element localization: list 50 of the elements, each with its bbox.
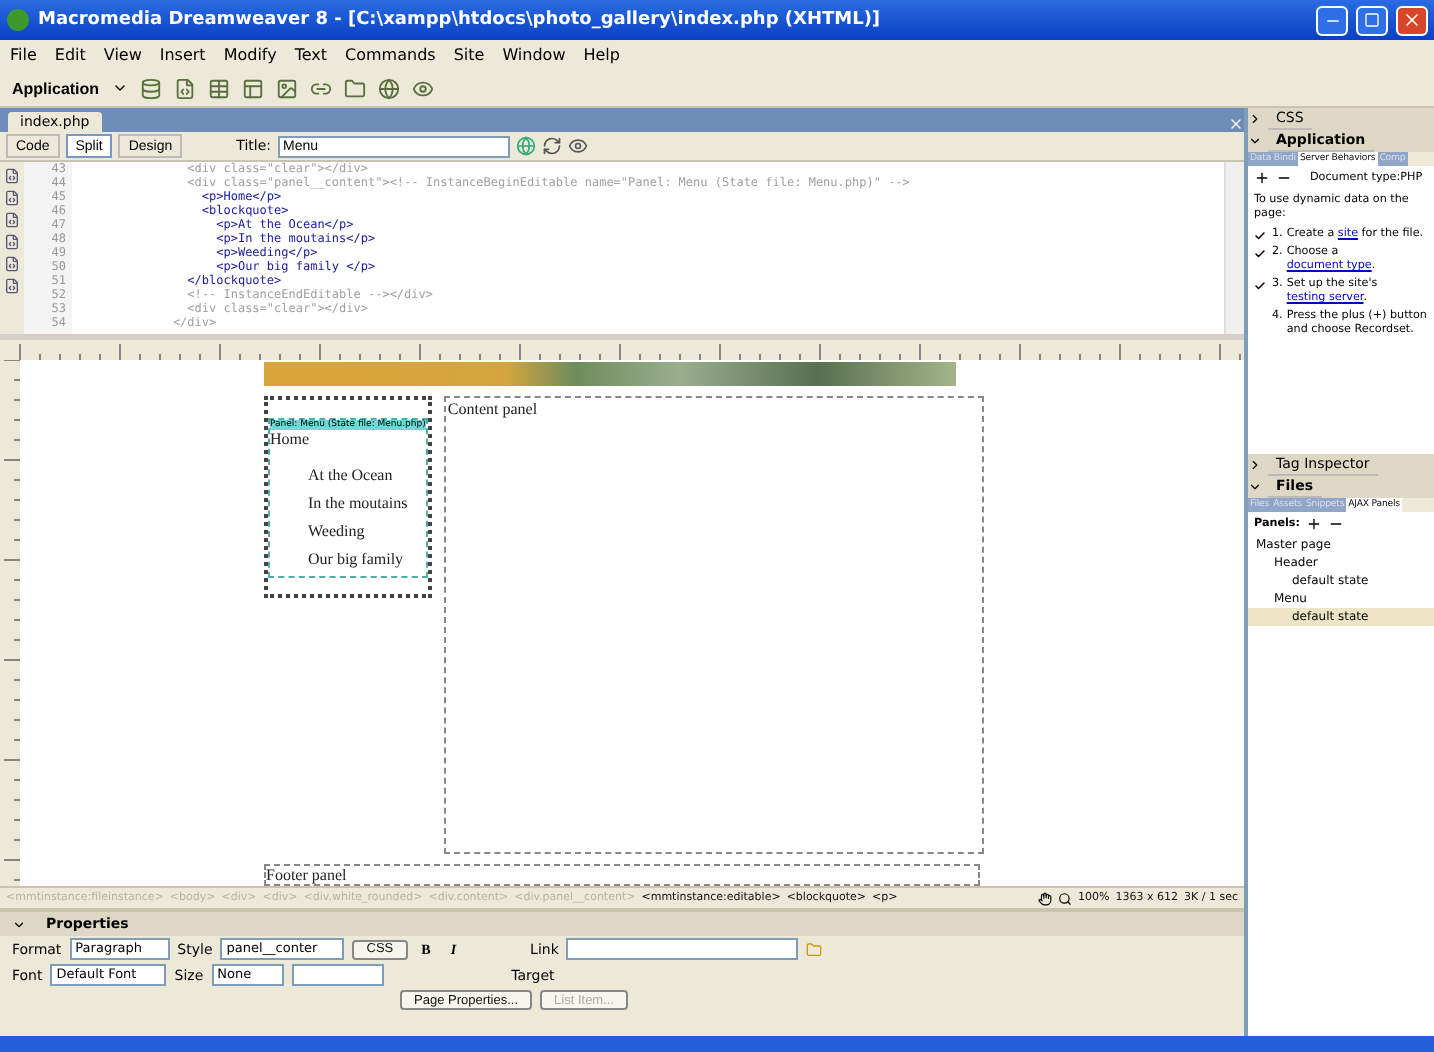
maximize-icon	[1364, 12, 1380, 28]
search-icon[interactable]	[1058, 891, 1073, 905]
toolbar-icon[interactable]	[207, 77, 230, 99]
toolbar-icon[interactable]	[343, 77, 366, 99]
menu-bar-entry[interactable]: Text	[294, 46, 328, 64]
close-button[interactable]	[1396, 5, 1428, 35]
menu-text: In the moutains	[308, 494, 410, 512]
window-title: Macromedia Dreamweaver 8 - [C:\xampp\htdocs\photo_gallery\index.php (XHTML)]	[38, 10, 883, 30]
menu-text: Home	[270, 430, 312, 448]
menu-bar-entry[interactable]: Window	[502, 46, 566, 64]
refresh-icon[interactable]	[541, 136, 562, 156]
content-panel: Content panel	[443, 396, 984, 854]
menu-bar-entry[interactable]: Modify	[223, 46, 277, 64]
minimize-button[interactable]	[1316, 5, 1348, 35]
add-icon[interactable]	[1254, 170, 1270, 186]
eye-icon[interactable]	[567, 136, 588, 156]
maximize-button[interactable]	[1356, 5, 1388, 35]
menu-bar-entry[interactable]: Edit	[54, 46, 86, 64]
caret-icon[interactable]	[111, 80, 128, 96]
toolbar-icon[interactable]	[411, 77, 434, 99]
toolbar-icon[interactable]	[377, 77, 400, 99]
code-tool-icon[interactable]	[4, 234, 20, 250]
toolbar-icon[interactable]	[275, 77, 298, 99]
toolbar-icon[interactable]	[173, 77, 196, 99]
code-tool-icon[interactable]	[4, 278, 20, 294]
toolbar-icon[interactable]	[139, 77, 162, 99]
workspace-dropdown[interactable]: Application	[12, 79, 120, 97]
menu-text: Our big family	[308, 550, 406, 568]
footer-panel: Footer panel	[264, 864, 980, 886]
code-tool-icon[interactable]	[4, 212, 20, 228]
code-tool-icon[interactable]	[4, 168, 20, 184]
menu-bar-entry[interactable]: File	[10, 46, 37, 64]
add-icon[interactable]	[1305, 516, 1322, 532]
hand-icon[interactable]	[1038, 891, 1053, 905]
menu-bar-entry[interactable]: Help	[583, 46, 620, 64]
caret-icon[interactable]	[12, 917, 26, 931]
menu-bar-entry[interactable]: Site	[453, 46, 485, 64]
menu-text: Weeding	[308, 522, 367, 540]
link-field[interactable]	[566, 938, 799, 960]
toolbar-icon[interactable]	[241, 77, 264, 99]
menu-bar-entry[interactable]: Insert	[159, 46, 206, 64]
menu-bar-entry[interactable]: Commands	[345, 46, 436, 64]
code-tool-icon[interactable]	[4, 256, 20, 272]
menu-text: At the Ocean	[308, 466, 395, 484]
app-logo-icon	[6, 8, 30, 32]
menu-bar-entry[interactable]: View	[103, 46, 142, 64]
size-unit-select[interactable]	[291, 964, 384, 986]
code-tool-icon[interactable]	[4, 190, 20, 206]
check-icon	[1254, 280, 1266, 292]
close-icon	[1402, 10, 1422, 30]
